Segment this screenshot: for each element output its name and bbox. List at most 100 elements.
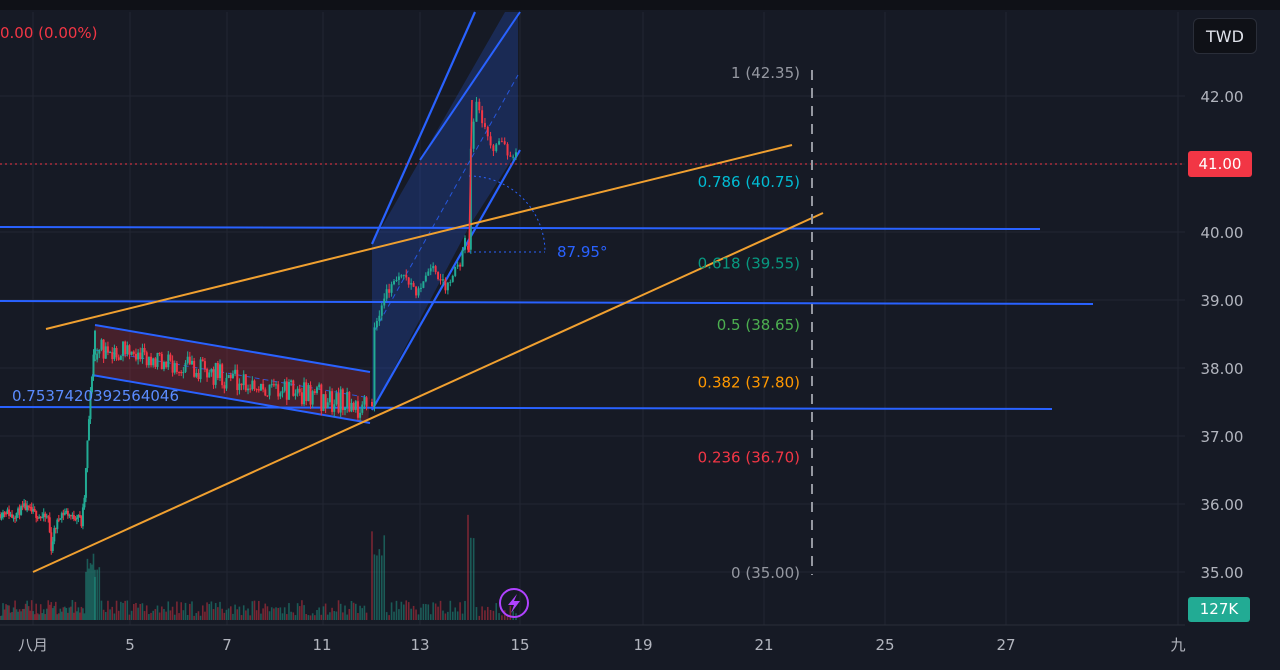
volume-bar [161, 606, 163, 620]
candle-body [132, 351, 135, 354]
volume-bar [91, 564, 93, 620]
candle-body [328, 391, 331, 403]
candle-body [137, 352, 140, 360]
candle-body [383, 298, 386, 306]
candle-body [407, 277, 410, 285]
candle-body [290, 380, 293, 383]
volume-badge: 127K [1188, 597, 1250, 622]
volume-bar [415, 609, 417, 620]
candle-body [236, 369, 239, 391]
volume-bar [229, 606, 232, 620]
candle-body [307, 385, 310, 402]
volume-bar [283, 607, 286, 620]
candle-body [162, 362, 165, 370]
candle-body [145, 352, 148, 366]
candle-body [94, 359, 96, 361]
volume-bar [41, 613, 44, 620]
volume-bar [173, 614, 176, 620]
candle-body [158, 352, 161, 354]
candle-body [100, 339, 103, 350]
volume-bar [68, 607, 71, 620]
volume-bar [126, 600, 129, 620]
candle-body [255, 389, 258, 391]
volume-bar [509, 605, 512, 620]
volume-bar [380, 555, 383, 620]
candle-body [150, 356, 153, 366]
candle-body [400, 275, 403, 277]
volume-bar [318, 607, 320, 620]
fib-level-label: 0.382 (37.80) [698, 374, 800, 392]
volume-bar [437, 606, 439, 620]
volume-bar [12, 607, 15, 620]
candle-body [124, 341, 127, 355]
candle-body [283, 381, 286, 391]
volume-bar [459, 602, 461, 620]
volume-bar [296, 603, 299, 620]
candle-body [175, 363, 178, 372]
candle-body [102, 339, 105, 359]
x-tick-label: 27 [996, 636, 1015, 654]
volume-bar [498, 613, 500, 620]
volume-bar [467, 514, 469, 620]
currency-badge[interactable]: TWD [1193, 18, 1257, 54]
candle-body [143, 348, 146, 353]
volume-bar [64, 606, 66, 620]
volume-bar [82, 608, 84, 620]
volume-bar [117, 610, 120, 620]
volume-bar [102, 609, 105, 620]
candle-body [141, 348, 144, 360]
volume-bar [14, 600, 16, 620]
volume-bar [8, 605, 10, 620]
candle-body [427, 271, 430, 276]
candle-body [56, 519, 59, 530]
volume-bar [184, 602, 187, 620]
candle-body [104, 346, 107, 359]
volume-bar [0, 615, 1, 620]
candle-body [375, 320, 378, 328]
candle-body [33, 509, 36, 511]
candle-body [322, 394, 325, 412]
volume-bar [492, 610, 495, 620]
candle-body [268, 384, 271, 396]
volume-bar [305, 613, 308, 620]
y-tick-label: 39.00 [1201, 292, 1244, 310]
candle-body [441, 279, 444, 281]
volume-bar [156, 605, 159, 620]
volume-bar [109, 609, 111, 620]
candle-body [167, 354, 170, 368]
last-price-badge: 41.00 [1188, 151, 1252, 177]
x-tick-label: 7 [222, 636, 232, 654]
volume-bar [54, 601, 57, 620]
candle-body [111, 352, 114, 360]
volume-bar [154, 609, 157, 620]
volume-bar [324, 603, 327, 620]
volume-bar [451, 611, 454, 620]
price-chart[interactable]: 87.95° 0.7537420392564046 1 (42.35) 0.786 … [0, 0, 1280, 670]
candle-body [238, 383, 241, 391]
volume-bar [258, 600, 260, 620]
candle-body [126, 345, 129, 355]
candle-body [165, 362, 168, 368]
volume-bar [137, 607, 139, 620]
candle-body [451, 275, 454, 282]
candle-body [331, 391, 334, 412]
candle-body [422, 281, 425, 288]
candle-body [242, 374, 245, 386]
volume-bar [3, 609, 6, 620]
volume-bar [128, 614, 131, 620]
candle-body [173, 363, 176, 373]
volume-bar [253, 600, 256, 620]
volume-bar [262, 608, 264, 620]
candle-body [486, 126, 489, 137]
volume-bar [98, 567, 101, 620]
candle-body [281, 390, 284, 394]
candle-body [359, 412, 362, 418]
volume-bar [281, 613, 284, 620]
volume-bar [417, 614, 420, 620]
volume-bar [111, 606, 114, 620]
candle-body [380, 305, 383, 316]
volume-bar [489, 609, 492, 620]
candle-body [279, 393, 282, 397]
volume-bar [277, 607, 279, 620]
volume-bar [376, 555, 378, 620]
